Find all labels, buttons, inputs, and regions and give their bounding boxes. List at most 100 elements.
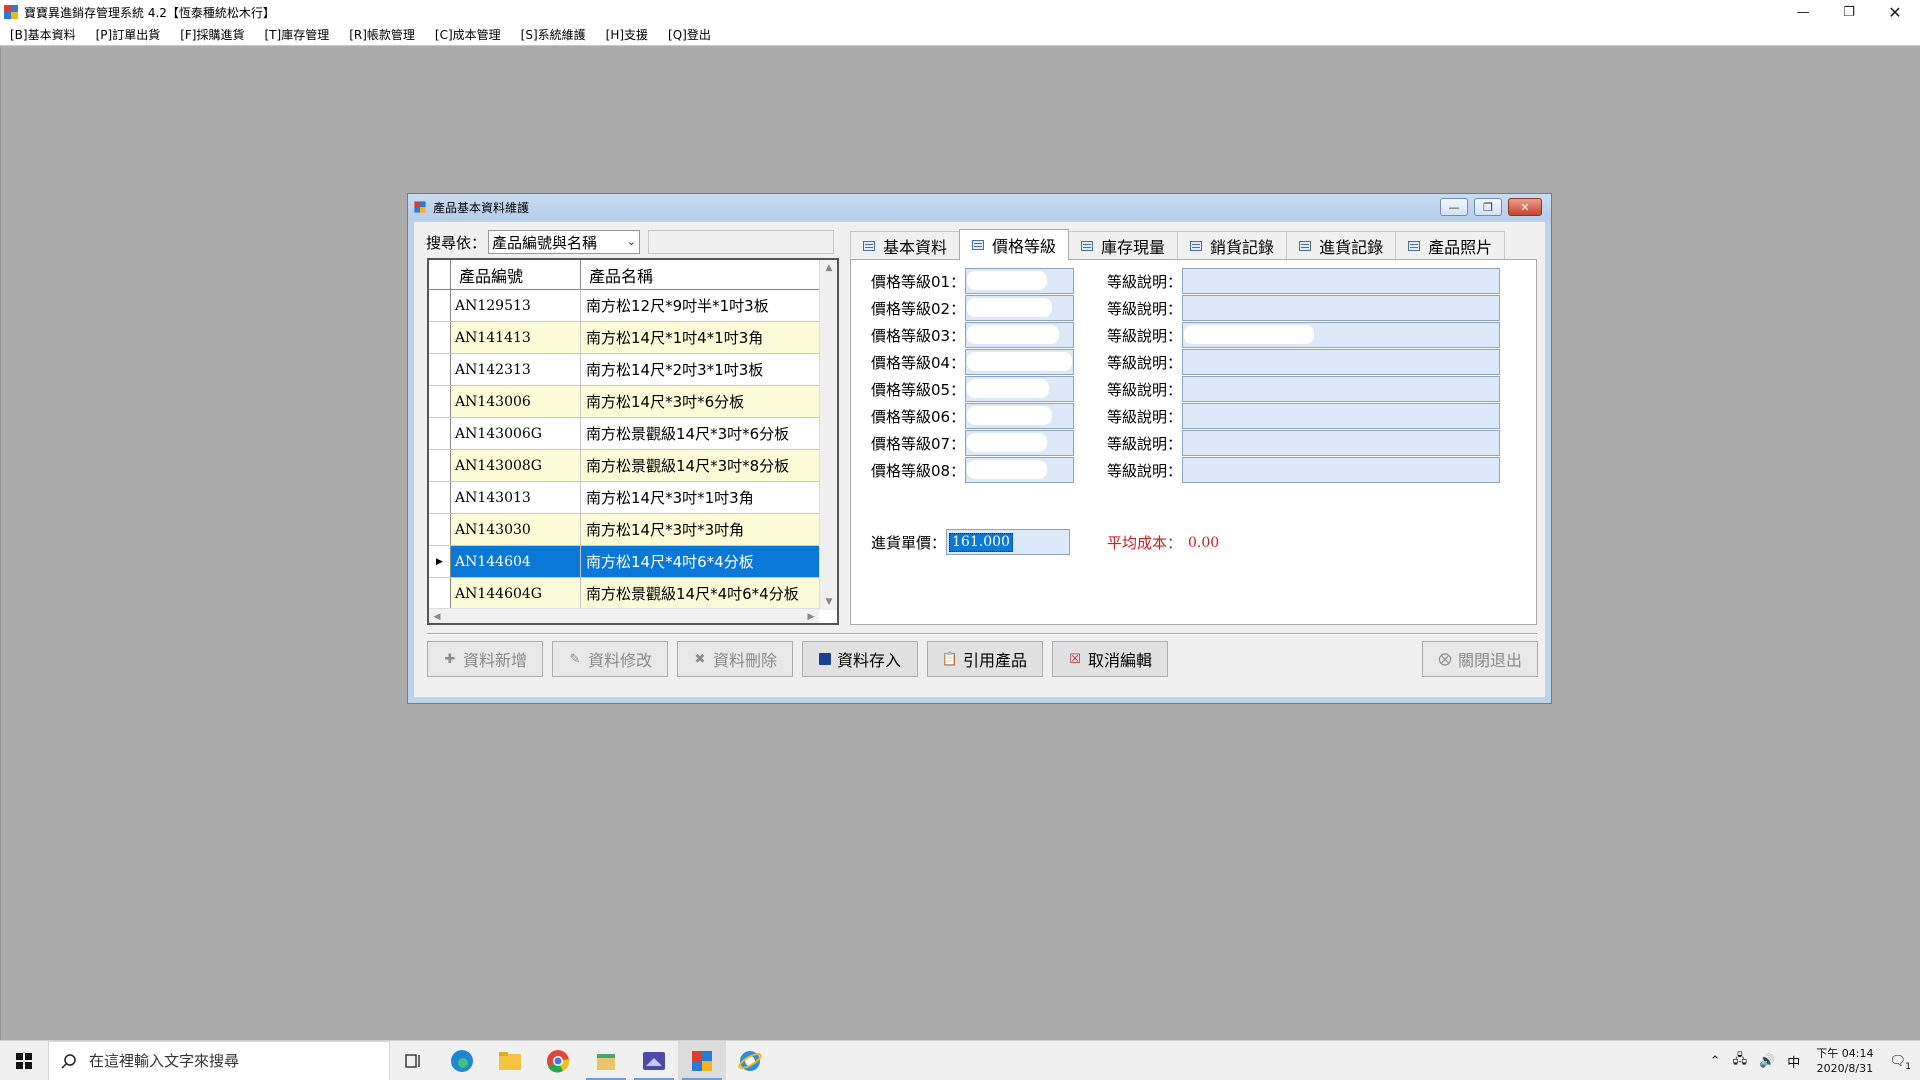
table-row[interactable]: AN141413 南方松14尺*1吋4*1吋3角 [429,322,819,354]
start-button[interactable] [0,1041,48,1080]
product-code-cell[interactable]: AN144604 [451,546,581,577]
save-record-button[interactable]: 資料存入 [802,641,918,677]
row-selector[interactable] [429,386,451,417]
product-name-cell[interactable]: 南方松14尺*4吋6*4分板 [581,546,819,577]
package-app-icon[interactable] [582,1041,630,1080]
chevron-up-icon[interactable]: ⌃ [1710,1054,1721,1069]
tab-basic-data[interactable]: 基本資料 [850,231,961,259]
ime-indicator[interactable]: 中 [1787,1052,1800,1071]
dialog-minimize-button[interactable]: — [1440,198,1468,216]
menu-purchasing[interactable]: [F]採購進貨 [180,26,244,43]
edit-record-button[interactable]: ✎ 資料修改 [552,641,668,677]
search-input[interactable] [648,230,835,254]
clock[interactable]: 下午 04:14 2020/8/31 [1816,1046,1873,1076]
edge-icon[interactable] [438,1041,486,1080]
table-row[interactable]: AN143013 南方松14尺*3吋*1吋3角 [429,482,819,514]
level-desc-input[interactable] [1182,295,1501,321]
row-selector[interactable] [429,322,451,353]
tab-sales-records[interactable]: 銷貨記錄 [1177,231,1288,259]
product-code-cell[interactable]: AN141413 [451,322,581,353]
table-row[interactable]: AN142313 南方松14尺*2吋3*1吋3板 [429,354,819,386]
column-header-name[interactable]: 產品名稱 [581,260,819,289]
close-exit-button[interactable]: ⨂ 關閉退出 [1422,641,1538,677]
price-level-input[interactable] [965,268,1075,294]
price-level-input[interactable] [965,457,1075,483]
taskbar-search-box[interactable]: 在這裡輸入文字來搜尋 [48,1040,390,1080]
product-code-cell[interactable]: AN142313 [451,354,581,385]
scroll-left-icon[interactable]: ◀ [429,609,445,623]
menu-system[interactable]: [S]系統維護 [521,26,586,43]
product-name-cell[interactable]: 南方松14尺*3吋*3吋角 [581,514,819,545]
tab-purchase-records[interactable]: 進貨記錄 [1286,231,1397,259]
close-button[interactable]: ✕ [1872,0,1918,24]
dialog-close-button[interactable]: ✕ [1508,198,1542,216]
search-by-select[interactable]: 產品編號與名稱 ⌄ [488,230,641,254]
level-desc-input[interactable] [1182,457,1501,483]
level-desc-input[interactable] [1182,376,1501,402]
row-selector[interactable] [429,418,451,449]
tab-product-photos[interactable]: 產品照片 [1395,231,1506,259]
product-code-cell[interactable]: AN143008G [451,450,581,481]
dialog-restore-button[interactable]: ❐ [1474,198,1502,216]
menu-support[interactable]: [H]支援 [606,26,648,43]
tab-stock[interactable]: 庫存現量 [1068,231,1179,259]
level-desc-input[interactable] [1182,349,1501,375]
volume-icon[interactable]: 🔊 [1759,1054,1775,1069]
restore-button[interactable]: ❐ [1826,0,1872,24]
tab-price-levels[interactable]: 價格等級 [959,229,1070,260]
product-name-cell[interactable]: 南方松14尺*3吋*1吋3角 [581,482,819,513]
add-record-button[interactable]: ✚ 資料新增 [427,641,543,677]
media-app-icon[interactable] [630,1041,678,1080]
level-desc-input[interactable] [1182,268,1501,294]
cancel-edit-button[interactable]: ☒ 取消編輯 [1052,641,1168,677]
price-level-input[interactable] [965,349,1075,375]
delete-record-button[interactable]: ✖ 資料刪除 [677,641,793,677]
table-row[interactable]: AN143008G 南方松景觀級14尺*3吋*8分板 [429,450,819,482]
product-name-cell[interactable]: 南方松14尺*3吋*6分板 [581,386,819,417]
row-selector[interactable]: ▶ [429,546,451,577]
product-name-cell[interactable]: 南方松14尺*1吋4*1吋3角 [581,322,819,353]
scroll-right-icon[interactable]: ▶ [803,609,819,623]
product-name-cell[interactable]: 南方松景觀級14尺*3吋*8分板 [581,450,819,481]
price-level-input[interactable] [965,295,1075,321]
product-name-cell[interactable]: 南方松景觀級14尺*4吋6*4分板 [581,578,819,609]
table-row[interactable]: AN143006G 南方松景觀級14尺*3吋*6分板 [429,418,819,450]
product-code-cell[interactable]: AN143013 [451,482,581,513]
table-row[interactable]: ▶ AN144604 南方松14尺*4吋6*4分板 [429,546,819,578]
network-icon[interactable]: 🖧 [1733,1050,1748,1072]
menu-accounts[interactable]: [R]帳款管理 [349,26,415,43]
row-selector[interactable] [429,354,451,385]
scroll-down-icon[interactable]: ▼ [820,594,837,610]
erp-app-icon[interactable] [678,1040,726,1080]
level-desc-input[interactable] [1182,322,1501,348]
table-row[interactable]: AN129513 南方松12尺*9吋半*1吋3板 [429,290,819,322]
scroll-up-icon[interactable]: ▲ [820,260,837,276]
table-row[interactable]: AN144604G 南方松景觀級14尺*4吋6*4分板 [429,578,819,610]
price-level-input[interactable] [965,322,1075,348]
table-row[interactable]: AN143030 南方松14尺*3吋*3吋角 [429,514,819,546]
row-selector[interactable] [429,578,451,609]
product-name-cell[interactable]: 南方松12尺*9吋半*1吋3板 [581,290,819,321]
price-level-input[interactable] [965,403,1075,429]
notification-icon[interactable]: 🗨 1 [1889,1054,1911,1072]
row-selector[interactable] [429,482,451,513]
cite-product-button[interactable]: 📋 引用產品 [927,641,1043,677]
product-code-cell[interactable]: AN143006 [451,386,581,417]
column-header-code[interactable]: 產品編號 [451,260,581,289]
price-level-input[interactable] [965,430,1075,456]
product-name-cell[interactable]: 南方松14尺*2吋3*1吋3板 [581,354,819,385]
level-desc-input[interactable] [1182,403,1501,429]
menu-logout[interactable]: [Q]登出 [668,26,711,43]
grid-vertical-scrollbar[interactable]: ▲ ▼ [819,260,837,610]
internet-explorer-icon[interactable] [726,1041,774,1080]
product-code-cell[interactable]: AN144604G [451,578,581,609]
menu-inventory[interactable]: [T]庫存管理 [265,26,330,43]
menu-cost[interactable]: [C]成本管理 [435,26,501,43]
menu-basic-data[interactable]: [B]基本資料 [10,26,76,43]
task-view-icon[interactable] [390,1041,438,1080]
menu-orders[interactable]: [P]訂單出貨 [96,26,161,43]
row-selector[interactable] [429,290,451,321]
minimize-button[interactable]: — [1780,0,1826,24]
grid-horizontal-scrollbar[interactable]: ◀ ▶ [429,608,819,623]
product-code-cell[interactable]: AN143030 [451,514,581,545]
